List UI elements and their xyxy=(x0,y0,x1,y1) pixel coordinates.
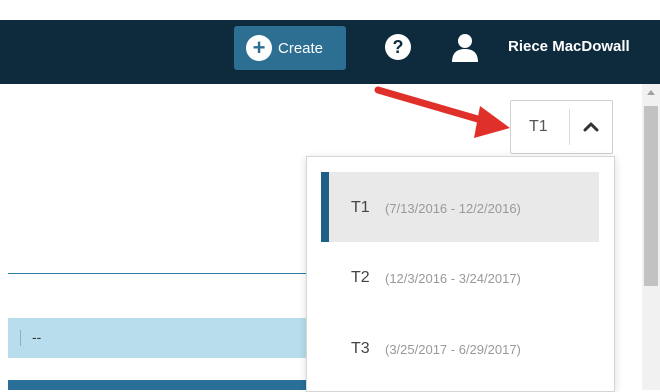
svg-text:?: ? xyxy=(393,37,404,57)
create-button-label: Create xyxy=(278,39,324,57)
dropdown-item-term: T3 xyxy=(351,340,370,357)
term-selector-divider xyxy=(569,109,570,145)
scroll-up-arrow-icon[interactable] xyxy=(647,90,655,95)
dropdown-item-term: T1 xyxy=(351,199,370,216)
plus-icon: + xyxy=(246,35,272,61)
dropdown-item-t1[interactable]: T1 (7/13/2016 - 12/2/2016) xyxy=(321,172,599,242)
window-top-strip xyxy=(0,0,660,20)
help-icon[interactable]: ? xyxy=(383,32,413,62)
term-dropdown-menu: T1 (7/13/2016 - 12/2/2016) T2 (12/3/2016… xyxy=(306,156,615,392)
table-row: -- xyxy=(8,318,308,358)
dropdown-item-term: T2 xyxy=(351,269,370,286)
panel-top-border xyxy=(8,273,308,274)
annotation-arrow-icon xyxy=(374,86,510,138)
term-selector-value: T1 xyxy=(529,118,548,135)
table-header-band xyxy=(8,380,308,390)
table-cell-value: -- xyxy=(32,329,42,345)
user-icon[interactable] xyxy=(448,30,482,64)
scroll-thumb[interactable] xyxy=(644,106,658,286)
dropdown-item-t2[interactable]: T2 (12/3/2016 - 3/24/2017) xyxy=(321,242,599,312)
user-name[interactable]: Riece MacDowall xyxy=(508,38,630,55)
create-button[interactable]: + Create xyxy=(234,26,346,70)
dropdown-item-range: (12/3/2016 - 3/24/2017) xyxy=(385,271,521,286)
top-navigation-bar: + Create ? Riece MacDowall xyxy=(0,20,660,84)
dropdown-item-t3[interactable]: T3 (3/25/2017 - 6/29/2017) xyxy=(321,313,599,383)
dropdown-item-range: (3/25/2017 - 6/29/2017) xyxy=(385,342,521,357)
dropdown-item-range: (7/13/2016 - 12/2/2016) xyxy=(385,201,521,216)
cell-divider xyxy=(20,330,21,346)
chevron-up-icon[interactable] xyxy=(581,117,601,137)
vertical-scrollbar[interactable] xyxy=(642,84,660,390)
